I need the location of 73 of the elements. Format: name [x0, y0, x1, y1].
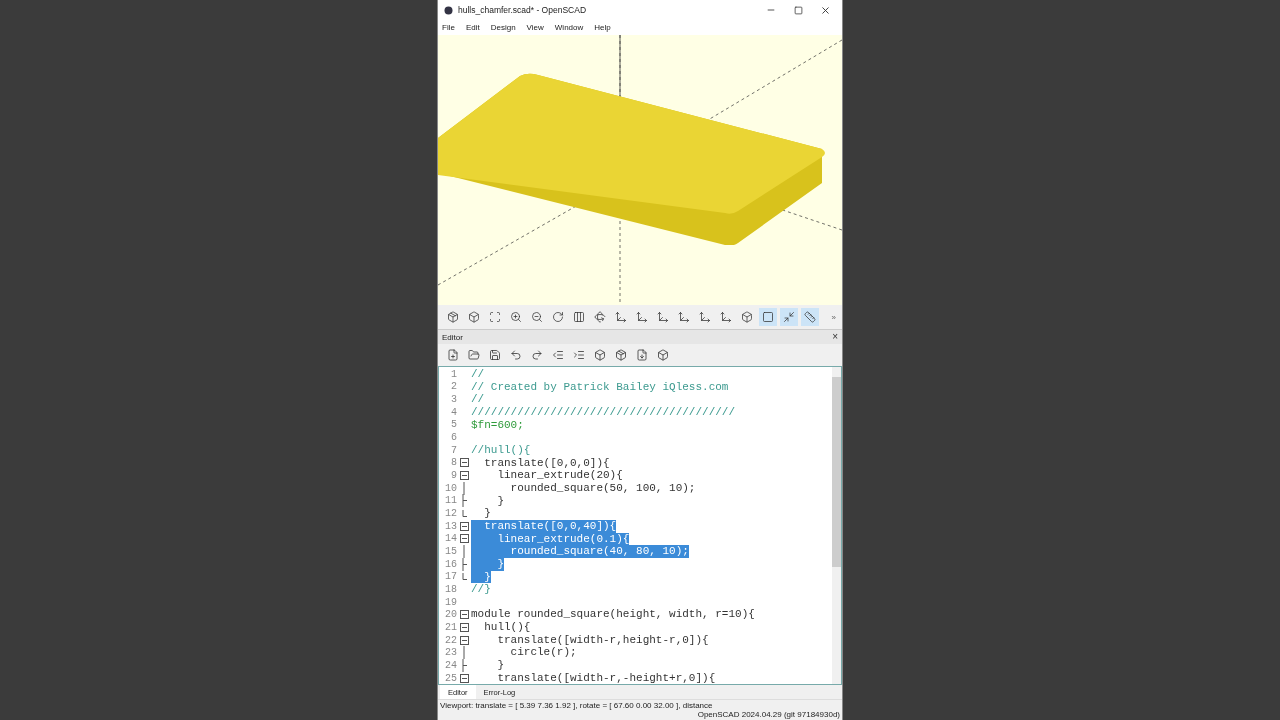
viewport-status: Viewport: translate = [ 5.39 7.36 1.92 ], rotate = [ 67.60 0.00 32.00 ], distance	[440, 701, 713, 710]
code-line: circle(r);	[509, 646, 577, 660]
code-line: ////////////////////////////////////////	[471, 405, 736, 419]
line-number: 20	[444, 609, 457, 621]
line-number: 18	[444, 584, 457, 595]
code-line: //	[471, 393, 485, 406]
fold-collapse-icon[interactable]	[459, 521, 469, 531]
line-number: 25	[444, 672, 457, 684]
orthogonal-icon[interactable]	[759, 308, 777, 326]
menu-item[interactable]: File	[442, 23, 455, 32]
line-number: 22	[444, 634, 457, 646]
line-number: 21	[444, 621, 457, 633]
line-number: 13	[444, 520, 457, 532]
code-line: // Created by Patrick Bailey iQless.com	[471, 380, 729, 394]
app-logo-icon	[444, 5, 453, 15]
fold-collapse-icon[interactable]	[459, 458, 469, 468]
code-editor[interactable]	[438, 366, 842, 685]
panel-title: Editor	[442, 332, 463, 342]
code-line: module rounded_square(height, width, r=10){	[471, 608, 755, 622]
line-number: 12	[444, 508, 457, 520]
code-line: //}	[471, 583, 491, 596]
code-line: //	[471, 368, 485, 381]
line-number: 16	[444, 558, 457, 570]
code-line: $fn=600;	[471, 418, 524, 432]
line-number: 6	[450, 432, 457, 444]
line-number: 9	[450, 470, 457, 482]
fold-collapse-icon[interactable]	[459, 673, 469, 683]
line-number: 15	[444, 546, 457, 557]
maximize-icon	[793, 5, 803, 15]
code-line: //hull(){	[471, 443, 531, 457]
line-number: 8	[450, 457, 457, 469]
line-number: 24	[444, 659, 457, 671]
code-line: translate([width-r,height-r,0]){	[496, 633, 709, 647]
fold-collapse-icon[interactable]	[459, 635, 469, 645]
line-number: 23	[444, 647, 457, 659]
line-number: 2	[450, 381, 457, 393]
line-number: 1	[450, 368, 457, 380]
code-line: hull(){	[483, 621, 531, 634]
code-line: translate([0,0,0]){	[483, 456, 610, 470]
code-line: linear_extrude(20){	[496, 469, 623, 482]
menu-item[interactable]: Design	[490, 23, 516, 32]
fold-collapse-icon[interactable]	[459, 534, 469, 544]
ruler-icon[interactable]	[801, 308, 819, 326]
fold-collapse-icon[interactable]	[459, 622, 469, 632]
menu-item[interactable]: Edit	[465, 23, 480, 32]
code-line: }	[496, 659, 504, 672]
menu-item[interactable]: Window	[554, 23, 584, 32]
close-button[interactable]: ×	[832, 332, 838, 342]
line-number: 17	[444, 571, 457, 583]
toolbar-overflow[interactable]: »	[831, 312, 836, 322]
line-number: 10	[444, 482, 457, 494]
line-number: 14	[444, 533, 457, 545]
menu-item[interactable]: Help	[594, 23, 611, 32]
menu-item[interactable]: View	[526, 23, 544, 32]
code-line: rounded_square(50, 100, 10);	[509, 481, 696, 495]
line-number: 3	[450, 394, 457, 406]
close-icon	[819, 4, 831, 16]
window-title: hulls_chamfer.scad* - OpenSCAD	[458, 5, 588, 15]
line-number: 4	[450, 406, 457, 418]
line-number: 19	[444, 596, 457, 608]
line-number: 11	[444, 495, 457, 507]
scrollbar[interactable]	[832, 367, 841, 684]
rotate-icon[interactable]	[591, 308, 609, 326]
code-line: }	[496, 494, 504, 508]
line-number: 5	[450, 419, 457, 431]
fold-end-line	[461, 573, 467, 581]
fold-end-line	[461, 510, 467, 518]
version-text: OpenSCAD 2024.04.29 (git 97184930d)	[697, 710, 840, 719]
fold-collapse-icon[interactable]	[459, 471, 469, 481]
fold-collapse-icon[interactable]	[459, 610, 469, 620]
code-line: }	[483, 507, 491, 520]
code-line: translate([width-r,-height+r,0]){	[496, 671, 716, 684]
line-number: 7	[450, 444, 457, 456]
